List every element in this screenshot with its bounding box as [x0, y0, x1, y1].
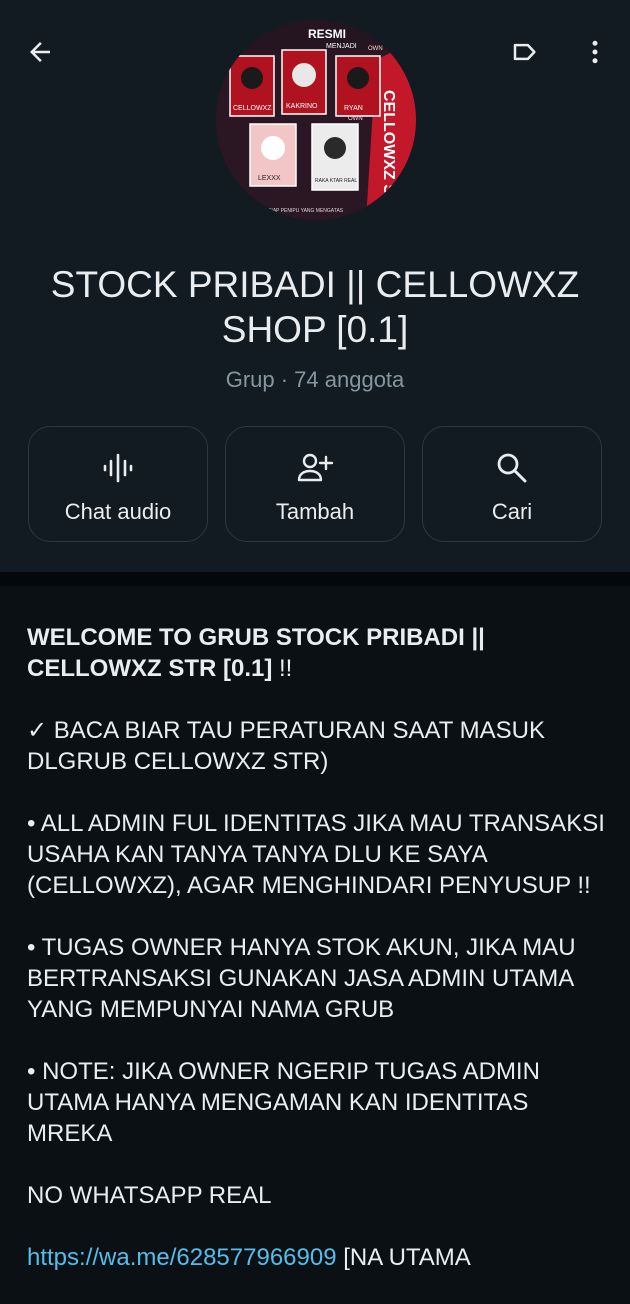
avatar-artwork: RESMI MENJADI CELLOWXZ STR CELLOWXZ KAKR… — [216, 20, 416, 220]
description-whatsapp-heading: NO WHATSAPP REAL — [27, 1182, 272, 1209]
more-options-button[interactable] — [573, 30, 617, 74]
description-rule-1: ✓ BACA BIAR TAU PERATURAN SAAT MASUK DLG… — [27, 717, 546, 775]
add-person-icon — [296, 451, 334, 485]
audio-wave-icon — [101, 451, 135, 485]
group-info-header: RESMI MENJADI CELLOWXZ STR CELLOWXZ KAKR… — [0, 0, 630, 572]
avatar-card1-label: CELLOWXZ — [233, 105, 272, 112]
avatar-text-sub: MENJADI — [326, 43, 357, 50]
welcome-bold-text: WELCOME TO GRUB STOCK PRIBADI || CELLOWX… — [27, 624, 485, 682]
audio-chat-label: Chat audio — [64, 499, 172, 524]
section-divider — [0, 572, 630, 586]
avatar-card4-label: LEXXX — [258, 175, 281, 182]
search-label: Cari — [491, 499, 533, 524]
arrow-left-icon — [30, 42, 50, 62]
label-button[interactable] — [503, 30, 547, 74]
add-member-button[interactable]: Tambah — [225, 426, 405, 542]
label-icon — [513, 43, 536, 61]
whatsapp-link-tail: [NA UTAMA — [336, 1244, 471, 1271]
welcome-tail-text: !! — [272, 655, 293, 682]
whatsapp-link[interactable]: https://wa.me/628577966909 — [27, 1244, 337, 1271]
avatar-card5-label: RAKA KTAR REAL — [315, 178, 357, 184]
description-whatsapp-line: https://wa.me/628577966909 [NA UTAMA — [27, 1242, 607, 1273]
avatar-card2-label: KAKRINO — [286, 103, 318, 110]
avatar-text-side: CELLOWXZ STR — [380, 90, 397, 217]
add-member-label: Tambah — [275, 499, 355, 524]
group-member-count[interactable]: Grup · 74 anggota — [0, 367, 630, 393]
back-button[interactable] — [18, 30, 62, 74]
description-welcome: WELCOME TO GRUB STOCK PRIBADI || CELLOWX… — [27, 622, 607, 684]
description-rule-3: • TUGAS OWNER HANYA STOK AKUN, JIKA MAU … — [27, 934, 576, 1023]
avatar-card3-label: RYAN — [344, 105, 363, 112]
group-avatar[interactable]: RESMI MENJADI CELLOWXZ STR CELLOWXZ KAKR… — [216, 20, 416, 220]
avatar-own2: OWN — [348, 116, 363, 122]
description-rule-2: • ALL ADMIN FUL IDENTITAS JIKA MAU TRANS… — [27, 810, 605, 899]
description-rule-4: • NOTE: JIKA OWNER NGERIP TUGAS ADMIN UT… — [27, 1058, 540, 1147]
avatar-text-bottom: SIAP PENIPU YANG MENGATAS — [268, 208, 344, 214]
more-vertical-icon — [592, 40, 598, 64]
avatar-text-top: RESMI — [308, 27, 346, 41]
group-name: STOCK PRIBADI || CELLOWXZ SHOP [0.1] — [50, 264, 580, 350]
search-icon — [495, 451, 529, 485]
avatar-own1: OWN — [368, 46, 383, 52]
search-button[interactable]: Cari — [422, 426, 602, 542]
audio-chat-button[interactable]: Chat audio — [28, 426, 208, 542]
group-description[interactable]: WELCOME TO GRUB STOCK PRIBADI || CELLOWX… — [27, 622, 607, 1304]
